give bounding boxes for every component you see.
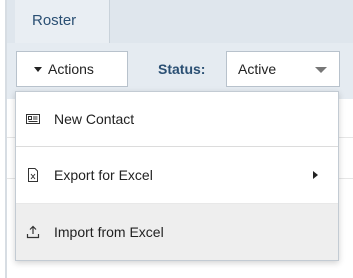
actions-button-label: Actions bbox=[48, 61, 94, 77]
menu-item-new-contact[interactable]: New Contact bbox=[16, 92, 338, 146]
tab-roster-label: Roster bbox=[32, 12, 77, 29]
caret-down-icon bbox=[34, 66, 42, 72]
menu-item-export-for-excel[interactable]: Export for Excel bbox=[16, 147, 338, 203]
status-select-value: Active bbox=[238, 61, 277, 77]
status-label: Status: bbox=[158, 61, 206, 77]
submenu-arrow-icon bbox=[313, 171, 318, 179]
actions-dropdown-menu: New Contact Export for Excel Import from… bbox=[15, 91, 339, 261]
status-select[interactable]: Active bbox=[226, 51, 340, 87]
menu-item-import-from-excel[interactable]: Import from Excel bbox=[16, 204, 338, 260]
menu-item-label: New Contact bbox=[54, 111, 135, 127]
upload-icon bbox=[26, 225, 40, 239]
excel-file-icon bbox=[26, 168, 40, 182]
dropdown-arrow-icon[interactable] bbox=[315, 67, 327, 73]
actions-button[interactable]: Actions bbox=[16, 51, 128, 87]
menu-item-label: Export for Excel bbox=[54, 167, 153, 183]
menu-item-label: Import from Excel bbox=[54, 224, 164, 240]
tab-roster[interactable]: Roster bbox=[15, 0, 110, 43]
contact-card-icon bbox=[26, 112, 40, 126]
